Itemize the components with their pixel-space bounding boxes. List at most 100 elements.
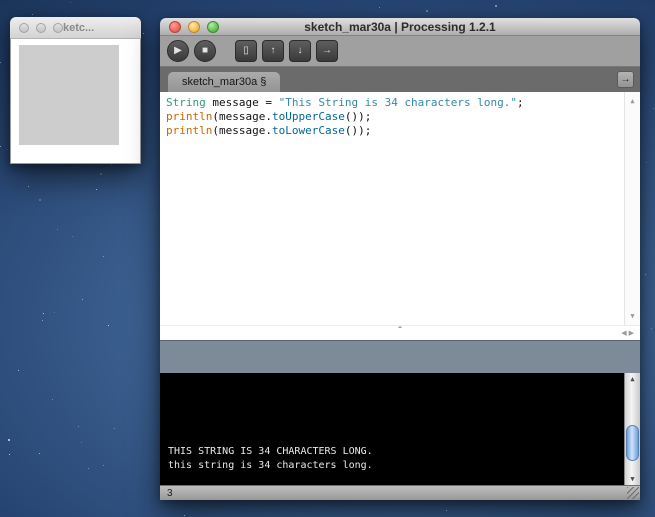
tab-label: sketch_mar30a § xyxy=(182,76,266,88)
code-token: (message. xyxy=(212,124,272,137)
stop-button[interactable]: ■ xyxy=(194,40,216,62)
scroll-left-right-icons[interactable]: ◀▶ xyxy=(621,329,636,337)
star xyxy=(78,426,79,427)
scroll-left-icon[interactable]: ◀ xyxy=(621,330,628,337)
scroll-up-icon[interactable]: ▲ xyxy=(625,94,640,108)
star xyxy=(8,439,10,441)
star xyxy=(7,149,8,150)
close-button[interactable] xyxy=(19,23,29,33)
scroll-up-icon[interactable]: ▲ xyxy=(625,375,640,383)
code-token: toUpperCase xyxy=(272,110,345,123)
code-editor[interactable]: String message = "This String is 34 char… xyxy=(160,92,640,325)
export-button[interactable]: → xyxy=(316,40,338,62)
play-icon: ▶ xyxy=(174,46,182,56)
console: THIS STRING IS 34 CHARACTERS LONG. this … xyxy=(160,373,640,485)
code-token: ; xyxy=(517,96,524,109)
star xyxy=(88,468,89,469)
star xyxy=(96,189,97,190)
star xyxy=(426,10,428,12)
star xyxy=(111,164,112,165)
code-token: ()); xyxy=(345,124,372,137)
zoom-button[interactable] xyxy=(207,21,219,33)
scrollbar-thumb[interactable] xyxy=(626,425,639,461)
line-number: 3 xyxy=(167,488,173,499)
resize-grip[interactable] xyxy=(627,487,639,499)
code-line: println(message.toUpperCase()); xyxy=(166,110,620,124)
star xyxy=(646,162,647,163)
code-token: ()); xyxy=(345,110,372,123)
tab-sketch-mar30a[interactable]: sketch_mar30a § xyxy=(168,72,280,92)
star xyxy=(103,465,104,466)
code-token: println xyxy=(166,124,212,137)
star xyxy=(103,256,104,257)
sketch-output-window: sketc... xyxy=(10,17,141,164)
close-button[interactable] xyxy=(169,21,181,33)
star xyxy=(52,399,53,400)
save-button[interactable]: ↓ xyxy=(289,40,311,62)
star xyxy=(82,299,83,300)
save-icon: ↓ xyxy=(298,46,303,56)
star xyxy=(39,199,41,201)
star xyxy=(70,2,71,3)
zoom-button[interactable] xyxy=(53,23,63,33)
tab-menu-button[interactable]: → xyxy=(617,71,634,88)
scroll-down-icon[interactable]: ▼ xyxy=(625,309,640,323)
star xyxy=(114,428,115,429)
code-token: String xyxy=(166,96,206,109)
minimize-button[interactable] xyxy=(188,21,200,33)
star xyxy=(446,510,447,511)
star xyxy=(57,229,58,230)
code-token: "This String is 34 characters long." xyxy=(279,96,517,109)
tab-menu-arrow-icon: → xyxy=(621,74,631,85)
desktop: { "desktop": { "background_dark": "#1327… xyxy=(0,0,655,517)
new-button[interactable]: ▯ xyxy=(235,40,257,62)
star xyxy=(32,14,33,15)
main-window-titlebar[interactable]: sketch_mar30a | Processing 1.2.1 xyxy=(160,18,640,36)
star xyxy=(42,320,43,321)
code-token: message = xyxy=(206,96,279,109)
sketch-window-titlebar[interactable]: sketc... xyxy=(10,17,141,39)
toolbar: ▶ ■ ▯ ↑ ↓ → xyxy=(160,36,640,67)
window-controls xyxy=(169,18,219,35)
code-token: println xyxy=(166,110,212,123)
star xyxy=(54,312,55,313)
stop-icon: ■ xyxy=(202,46,208,56)
window-controls xyxy=(19,17,63,38)
star xyxy=(645,274,646,275)
star xyxy=(184,515,185,516)
code-area[interactable]: String message = "This String is 34 char… xyxy=(166,96,620,138)
console-line: this string is 34 characters long. xyxy=(168,459,373,473)
status-bar: 3 xyxy=(160,485,640,500)
star xyxy=(9,454,10,455)
scroll-right-icon[interactable]: ▶ xyxy=(629,330,636,337)
star xyxy=(379,7,380,8)
editor-scrollbar[interactable]: ▲ ▼ xyxy=(624,92,640,325)
star xyxy=(28,186,29,187)
star xyxy=(653,108,654,109)
console-scrollbar[interactable]: ▲ ▼ xyxy=(624,373,640,485)
sketch-window-body xyxy=(10,39,141,164)
star xyxy=(495,5,497,7)
star xyxy=(108,325,109,326)
star xyxy=(0,146,1,147)
star xyxy=(43,313,44,314)
star xyxy=(81,442,82,443)
export-icon: → xyxy=(322,46,332,56)
star xyxy=(39,453,40,454)
run-button[interactable]: ▶ xyxy=(167,40,189,62)
console-line: THIS STRING IS 34 CHARACTERS LONG. xyxy=(168,445,373,459)
scroll-down-icon[interactable]: ▼ xyxy=(625,475,640,483)
sketch-canvas xyxy=(19,45,119,145)
window-title: sketch_mar30a | Processing 1.2.1 xyxy=(304,20,495,34)
tab-bar: sketch_mar30a § → xyxy=(160,67,640,92)
open-button[interactable]: ↑ xyxy=(262,40,284,62)
editor-horizontal-scrollbar[interactable]: ˆ ◀▶ xyxy=(160,325,640,340)
minimize-button[interactable] xyxy=(36,23,46,33)
star xyxy=(143,33,144,34)
star xyxy=(100,173,102,175)
code-token: (message. xyxy=(212,110,272,123)
code-line: println(message.toLowerCase()); xyxy=(166,124,620,138)
code-line: String message = "This String is 34 char… xyxy=(166,96,620,110)
star xyxy=(18,370,19,371)
console-divider-handle[interactable]: ˆ xyxy=(398,326,401,338)
